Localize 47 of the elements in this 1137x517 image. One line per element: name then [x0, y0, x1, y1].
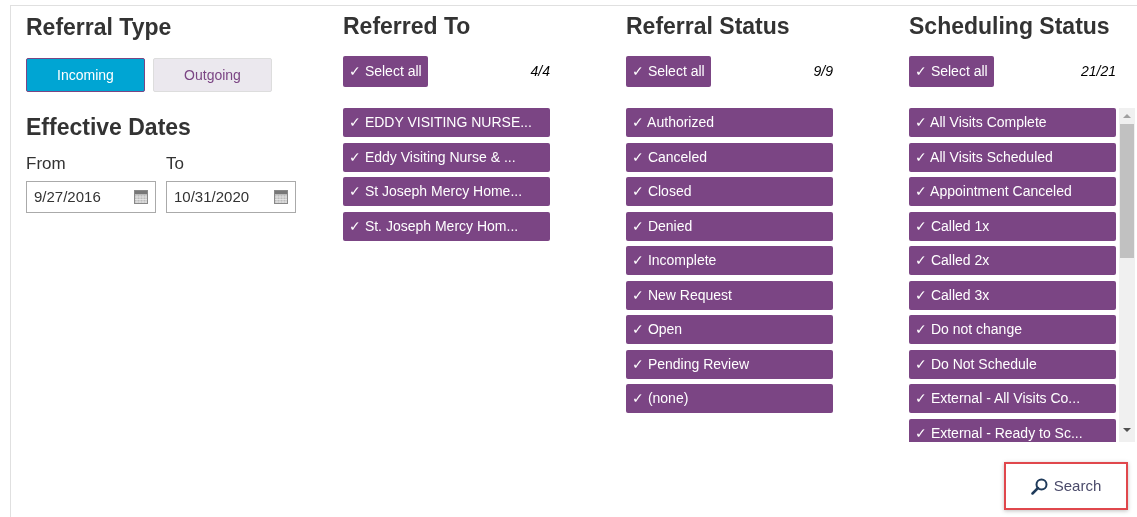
calendar-icon[interactable] — [134, 189, 148, 204]
filter-chip[interactable]: ✓ Do not change — [909, 315, 1116, 344]
filter-chip[interactable]: ✓ Closed — [626, 177, 833, 206]
filter-chip[interactable]: ✓ Pending Review — [626, 349, 833, 379]
filter-chip[interactable]: ✓ Eddy Visiting Nurse & ... — [343, 142, 550, 172]
scroll-thumb[interactable] — [1120, 124, 1134, 258]
filter-chip[interactable]: ✓ Appointment Canceled — [909, 177, 1116, 206]
filter-chip[interactable]: ✓ Denied — [626, 211, 833, 241]
filter-chip[interactable]: ✓ Canceled — [626, 142, 833, 172]
filter-chip[interactable]: ✓ Authorized — [626, 108, 833, 137]
section-title: Referral Status — [626, 12, 791, 40]
date-field[interactable]: 10/31/2020 — [166, 180, 296, 213]
section-title: Effective Dates — [26, 113, 192, 141]
filter-chip[interactable]: ✓ Called 3x — [909, 280, 1116, 310]
filter-chip[interactable]: ✓ All Visits Scheduled — [909, 142, 1116, 172]
filter-chip[interactable]: ✓ St Joseph Mercy Home... — [343, 177, 550, 206]
scroll-down-icon[interactable] — [1123, 428, 1131, 432]
filter-chip[interactable]: ✓ Called 1x — [909, 211, 1116, 241]
filter-chip[interactable]: ✓ Incomplete — [626, 246, 833, 275]
date-field[interactable]: 9/27/2016 — [26, 180, 156, 213]
filter-chip[interactable]: ✓ All Visits Complete — [909, 108, 1116, 137]
search-icon — [1030, 477, 1048, 495]
filter-chip[interactable]: ✓ New Request — [626, 280, 833, 310]
field-label: To — [166, 153, 185, 175]
select-all-button[interactable]: ✓ Select all — [626, 56, 711, 87]
filter-chip[interactable]: ✓ Open — [626, 315, 833, 344]
section-title: Referred To — [343, 12, 472, 40]
filter-chip[interactable]: ✓ EDDY VISITING NURSE... — [343, 108, 550, 137]
selection-count: 4/4 — [530, 62, 550, 81]
select-all-button[interactable]: ✓ Select all — [343, 56, 428, 87]
section-title: Scheduling Status — [909, 12, 1111, 40]
filter-chip[interactable]: ✓ External - All Visits Co... — [909, 384, 1116, 413]
toggle-option[interactable]: Outgoing — [153, 58, 272, 92]
section-title: Referral Type — [26, 13, 173, 41]
filter-chip[interactable]: ✓ Do Not Schedule — [909, 349, 1116, 379]
scroll-up-icon[interactable] — [1123, 114, 1131, 118]
filter-chip[interactable]: ✓ External - Ready to Sc... — [909, 418, 1116, 442]
calendar-icon[interactable] — [274, 189, 288, 204]
filter-chip[interactable]: ✓ Called 2x — [909, 246, 1116, 275]
search-button[interactable]: Search — [1004, 462, 1128, 510]
field-label: From — [26, 153, 67, 175]
selection-count: 21/21 — [1080, 62, 1116, 81]
filter-chip[interactable]: ✓ St. Joseph Mercy Hom... — [343, 211, 550, 241]
selection-count: 9/9 — [813, 62, 833, 81]
filter-chip[interactable]: ✓ (none) — [626, 384, 833, 413]
scrollbar[interactable] — [1119, 108, 1135, 442]
select-all-button[interactable]: ✓ Select all — [909, 56, 994, 87]
